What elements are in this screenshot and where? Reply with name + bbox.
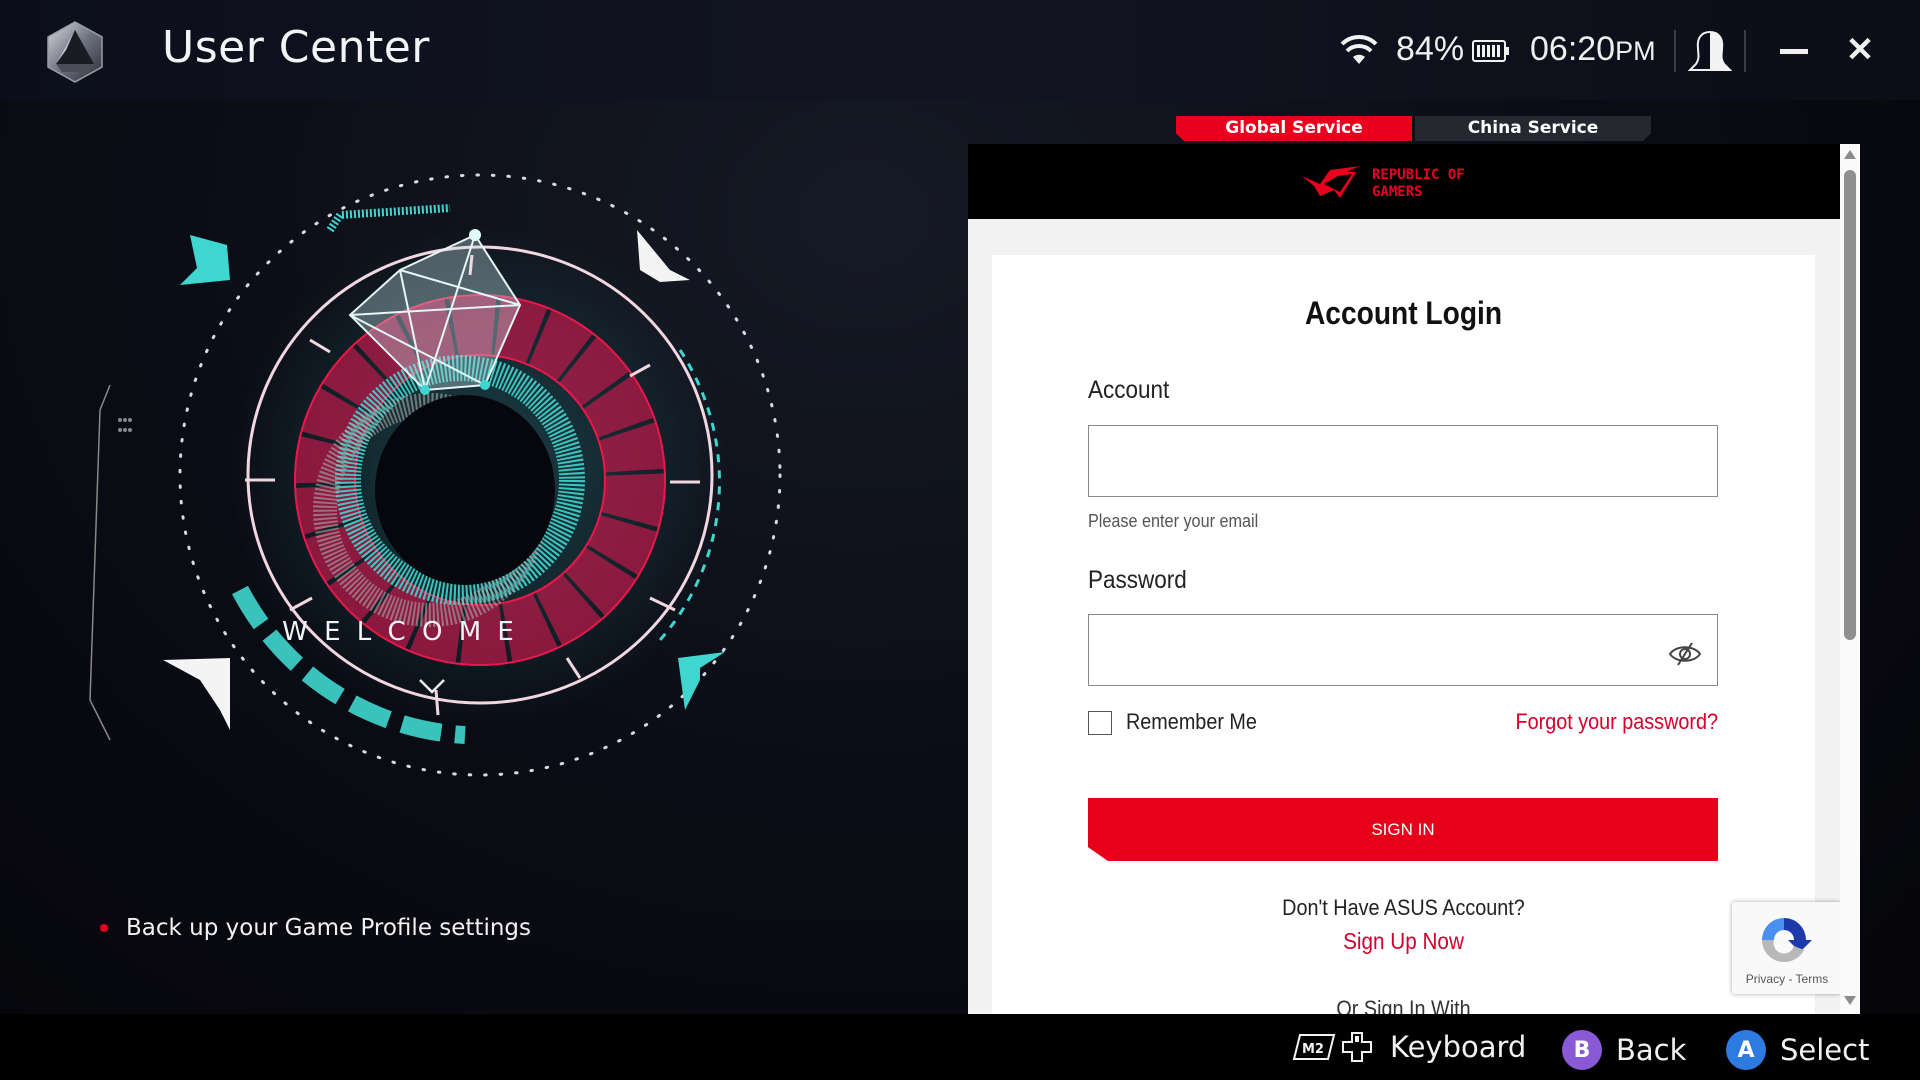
rog-brand-line2: GAMERS — [1372, 184, 1423, 200]
welcome-graphic: W E L C O M E — [89, 173, 782, 777]
title-bar: User Center 84% 06:20PM ✕ — [0, 0, 1920, 100]
app-title: User Center — [162, 22, 430, 73]
b-button-icon: B — [1562, 1030, 1602, 1070]
feature-bullet: Back up your Game Profile settings — [100, 915, 531, 941]
remember-me-label[interactable]: Remember Me — [1126, 709, 1257, 735]
m2-button-icon: M2 — [1292, 1034, 1336, 1060]
tab-global-service[interactable]: Global Service — [1176, 116, 1412, 141]
bracket-bottom-right — [678, 652, 725, 710]
user-profile-icon[interactable] — [1688, 30, 1732, 72]
forgot-password-link[interactable]: Forgot your password? — [1516, 709, 1719, 735]
scroll-down-arrow-icon[interactable] — [1844, 996, 1856, 1005]
wifi-icon — [1340, 34, 1378, 64]
bracket-bottom-left — [163, 658, 230, 730]
sign-in-button[interactable]: SIGN IN — [1088, 798, 1718, 861]
recaptcha-icon — [1762, 918, 1812, 963]
hint-back[interactable]: B Back — [1562, 1030, 1686, 1070]
keyboard-label: Keyboard — [1390, 1030, 1527, 1064]
tab-china-service[interactable]: China Service — [1415, 116, 1651, 141]
login-panel: REPUBLIC OF GAMERS Account Login Account… — [968, 144, 1860, 1014]
back-label: Back — [1616, 1033, 1687, 1067]
eye-slash-icon[interactable] — [1668, 641, 1702, 667]
scroll-up-arrow-icon[interactable] — [1844, 150, 1856, 159]
divider — [1674, 30, 1676, 72]
password-input[interactable] — [1088, 614, 1718, 686]
select-label: Select — [1780, 1033, 1870, 1067]
sign-up-link[interactable]: Sign Up Now — [1033, 928, 1774, 955]
page-title: Account Login — [1304, 295, 1503, 331]
scrollbar-thumb[interactable] — [1844, 170, 1856, 640]
dpad-icon — [1342, 1032, 1372, 1062]
password-label: Password — [1088, 566, 1187, 594]
welcome-text: W E L C O M E — [282, 617, 518, 647]
remember-me-checkbox[interactable] — [1088, 711, 1112, 735]
bracket-top-left — [180, 235, 230, 285]
hint-select[interactable]: A Select — [1726, 1030, 1869, 1070]
svg-text:M2: M2 — [1302, 1042, 1324, 1057]
no-account-text: Don't Have ASUS Account? — [1282, 895, 1525, 920]
hint-keyboard[interactable]: M2 Keyboard — [1292, 1030, 1526, 1064]
recaptcha-privacy-terms[interactable]: Privacy - Terms — [1732, 972, 1842, 986]
account-label: Account — [1088, 376, 1170, 404]
or-sign-in-with-text: Or Sign In With — [1336, 996, 1471, 1014]
close-button[interactable]: ✕ — [1844, 33, 1876, 67]
battery-percent: 84% — [1396, 30, 1465, 68]
recaptcha-badge[interactable]: Privacy - Terms — [1732, 902, 1842, 994]
account-hint: Please enter your email — [1088, 511, 1259, 531]
a-button-icon: A — [1726, 1030, 1766, 1070]
clock: 06:20PM — [1530, 30, 1656, 69]
divider — [1744, 30, 1746, 72]
rog-brand-line1: REPUBLIC OF — [1372, 167, 1465, 183]
bullet-dot-icon — [100, 924, 108, 932]
clock-ampm: PM — [1615, 36, 1656, 66]
login-card: Account Login Account Please enter your … — [992, 255, 1815, 1014]
rog-logo-icon: REPUBLIC OF GAMERS — [1302, 166, 1465, 200]
clock-time: 06:20 — [1530, 30, 1616, 68]
minimize-button[interactable] — [1780, 40, 1808, 64]
rog-header: REPUBLIC OF GAMERS — [968, 144, 1840, 219]
armoury-crate-logo-icon — [47, 21, 103, 83]
bullet-text: Back up your Game Profile settings — [126, 915, 531, 941]
account-input[interactable] — [1088, 425, 1718, 497]
scrollbar[interactable] — [1840, 144, 1860, 1014]
battery-icon — [1472, 40, 1509, 62]
